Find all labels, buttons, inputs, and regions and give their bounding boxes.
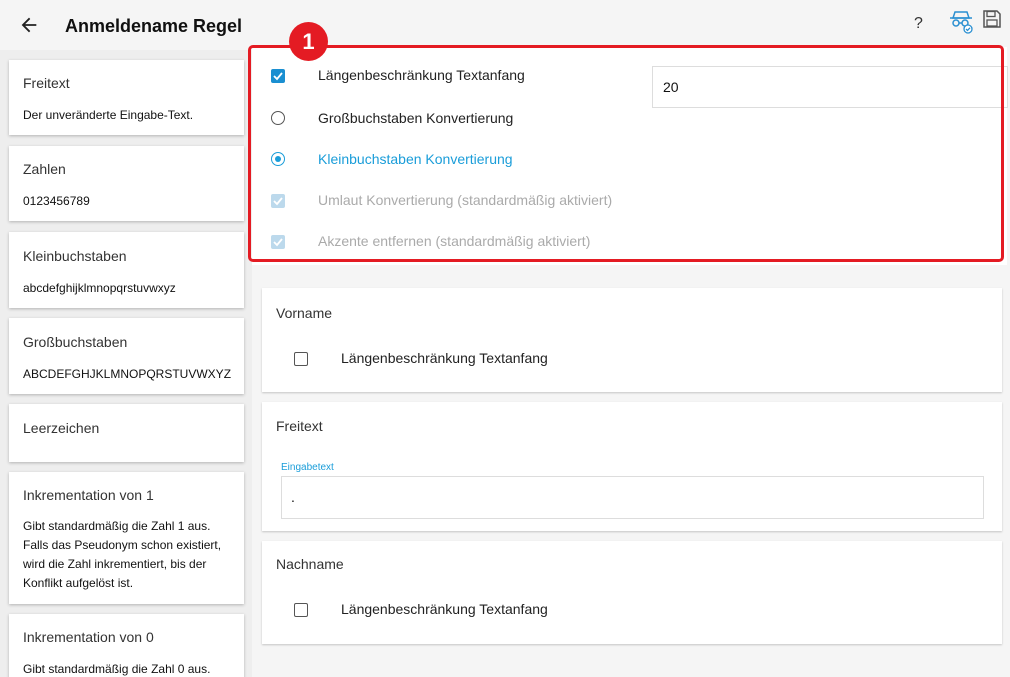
incognito-check-icon[interactable] [948, 8, 974, 34]
field-label: Eingabetext [281, 462, 334, 473]
sidebar-card-grossbuchstaben[interactable]: Großbuchstaben ABCDEFGHJKLMNOPQRSTUVWXYZ [9, 318, 244, 394]
check-icon [273, 238, 283, 247]
main-content: Längenbeschränkung Textanfang Großbuchst… [252, 45, 1010, 677]
nachname-length-checkbox[interactable] [294, 603, 308, 617]
sidebar-card-kleinbuchstaben[interactable]: Kleinbuchstaben abcdefghijklmnopqrstuvwx… [9, 232, 244, 308]
arrow-left-icon[interactable] [18, 14, 40, 36]
card-description: ABCDEFGHJKLMNOPQRSTUVWXYZ [23, 367, 232, 381]
card-title: Zahlen [23, 161, 66, 177]
card-description: 0123456789 [23, 194, 90, 208]
row-label: Längenbeschränkung Textanfang [341, 350, 548, 366]
section-freitext: Freitext Eingabetext [262, 402, 1002, 531]
option-label: Kleinbuchstaben Konvertierung [318, 151, 513, 167]
step-badge: 1 [289, 22, 328, 61]
card-title: Kleinbuchstaben [23, 248, 127, 264]
length-limit-input[interactable] [661, 78, 995, 96]
help-icon[interactable]: ? [914, 15, 923, 33]
sidebar-card-inkrementation-1[interactable]: Inkrementation von 1 Gibt standardmäßig … [9, 472, 244, 604]
section-row: Längenbeschränkung Textanfang [262, 344, 1002, 374]
section-vorname: Vorname Längenbeschränkung Textanfang [262, 288, 1002, 392]
option-uppercase: Großbuchstaben Konvertierung [252, 99, 1007, 139]
page-title: Anmeldename Regel [65, 16, 243, 36]
card-title: Inkrementation von 0 [23, 629, 154, 645]
option-label: Umlaut Konvertierung (standardmäßig akti… [318, 192, 613, 208]
sidebar-card-freitext[interactable]: Freitext Der unveränderte Eingabe-Text. [9, 60, 244, 135]
card-title: Leerzeichen [23, 420, 100, 436]
option-length-limit: Längenbeschränkung Textanfang [252, 56, 1008, 108]
vorname-length-checkbox[interactable] [294, 352, 308, 366]
lowercase-radio[interactable] [271, 152, 285, 166]
save-icon[interactable] [982, 9, 1002, 29]
option-accents: Akzente entfernen (standardmäßig aktivie… [252, 222, 1007, 262]
section-row: Längenbeschränkung Textanfang [262, 595, 1002, 625]
section-title: Vorname [276, 305, 333, 321]
umlaut-checkbox [271, 194, 285, 208]
card-description: Der unveränderte Eingabe-Text. [23, 108, 194, 122]
card-title: Großbuchstaben [23, 334, 128, 350]
freitext-input[interactable] [289, 488, 973, 506]
sidebar-card-zahlen[interactable]: Zahlen 0123456789 [9, 146, 244, 221]
check-icon [273, 72, 283, 81]
card-description: abcdefghijklmnopqrstuvwxyz [23, 281, 176, 295]
section-title: Nachname [276, 556, 344, 572]
card-description: Gibt standardmäßig die Zahl 0 aus. [23, 662, 211, 676]
options-panel: Längenbeschränkung Textanfang Großbuchst… [252, 47, 1008, 265]
length-limit-checkbox[interactable] [271, 69, 285, 83]
card-title: Freitext [23, 75, 70, 91]
uppercase-radio[interactable] [271, 111, 285, 125]
option-label: Längenbeschränkung Textanfang [318, 67, 525, 83]
row-label: Längenbeschränkung Textanfang [341, 601, 548, 617]
card-title: Inkrementation von 1 [23, 487, 154, 503]
sidebar: Freitext Der unveränderte Eingabe-Text. … [0, 50, 252, 677]
section-title: Freitext [276, 418, 323, 434]
option-lowercase: Kleinbuchstaben Konvertierung [252, 140, 1007, 180]
accents-checkbox [271, 235, 285, 249]
sidebar-card-leerzeichen[interactable]: Leerzeichen [9, 404, 244, 462]
option-label: Akzente entfernen (standardmäßig aktivie… [318, 233, 591, 249]
card-description: Gibt standardmäßig die Zahl 1 aus. Falls… [23, 519, 222, 590]
option-label: Großbuchstaben Konvertierung [318, 110, 514, 126]
option-umlaut: Umlaut Konvertierung (standardmäßig akti… [252, 181, 1007, 221]
freitext-field[interactable] [281, 476, 984, 519]
top-bar: Anmeldename Regel ? [0, 0, 1010, 50]
section-nachname: Nachname Längenbeschränkung Textanfang [262, 541, 1002, 644]
sidebar-card-inkrementation-0[interactable]: Inkrementation von 0 Gibt standardmäßig … [9, 614, 244, 677]
check-icon [273, 197, 283, 206]
